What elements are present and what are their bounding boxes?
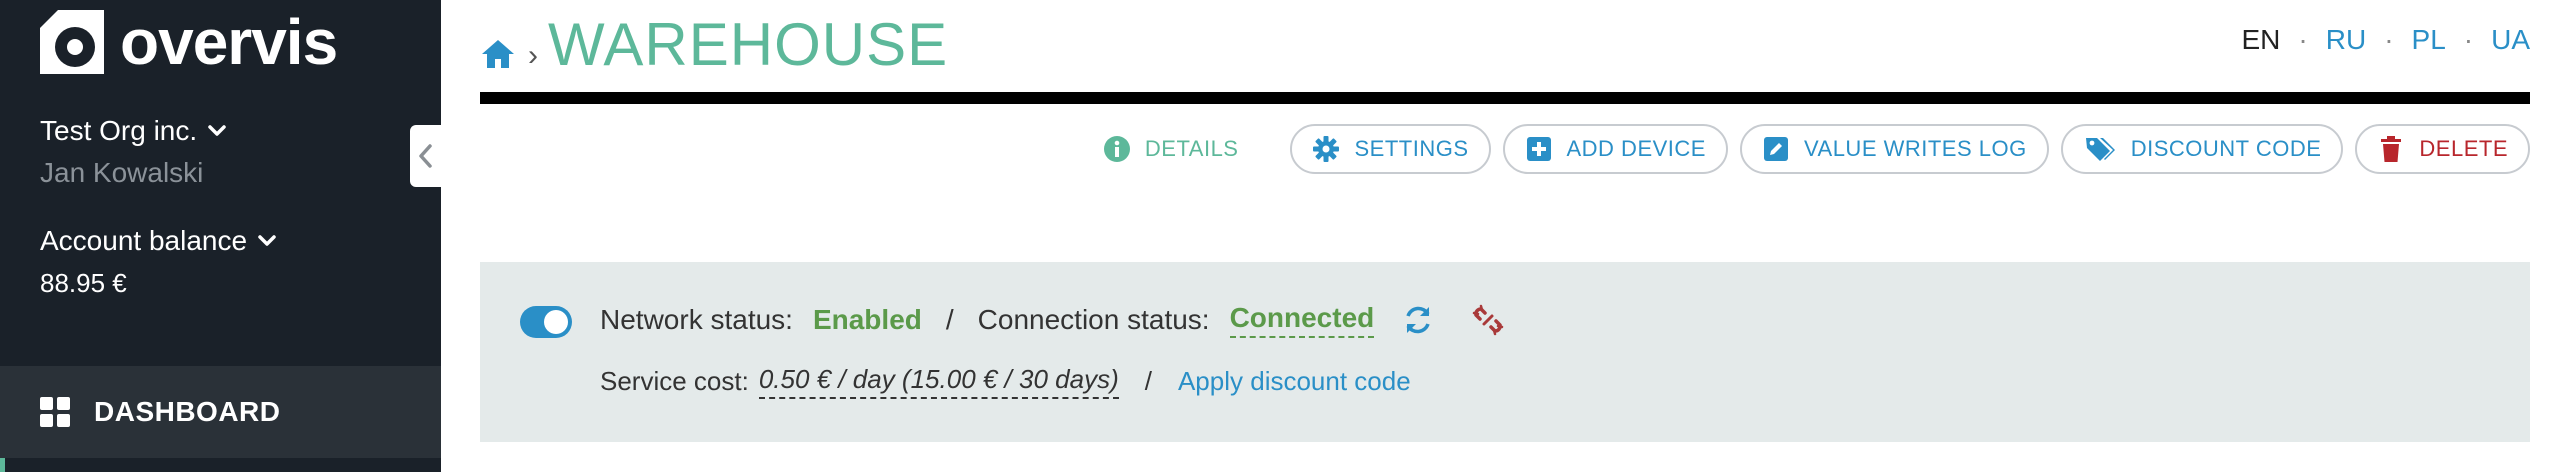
brand-logo[interactable]: overvis [40, 6, 338, 78]
lang-separator: · [2384, 24, 2394, 55]
lang-separator: · [2463, 24, 2474, 55]
lang-pl[interactable]: PL [2412, 24, 2446, 56]
info-icon [1103, 136, 1130, 162]
chevron-down-icon [208, 125, 226, 136]
lang-ru[interactable]: RU [2326, 24, 2366, 56]
cost-separator: / [1144, 366, 1152, 396]
plus-square-icon [1526, 137, 1551, 161]
breadcrumb-separator: › [528, 38, 538, 72]
app: overvis Test Org inc. Jan Kowalski Accou… [0, 0, 2560, 472]
unlink-icon[interactable] [1472, 304, 1504, 336]
network-toggle[interactable] [520, 306, 572, 338]
discount-code-button[interactable]: DISCOUNT CODE [2060, 124, 2344, 174]
title-divider [480, 92, 2530, 104]
details-label: DETAILS [1144, 136, 1239, 161]
lang-en[interactable]: EN [2242, 24, 2281, 56]
service-cost-value[interactable]: 0.50 € / day (15.00 € / 30 days) [758, 364, 1119, 399]
add-device-label: ADD DEVICE [1566, 136, 1706, 161]
delete-button[interactable]: DELETE [2355, 124, 2530, 174]
connection-status-label: Connection status: [977, 304, 1210, 335]
dashboard-grid-icon [40, 397, 70, 427]
network-status-label: Network status: [600, 304, 793, 335]
brand-name: overvis [120, 6, 338, 78]
edit-icon [1763, 137, 1788, 161]
chevron-down-icon [258, 235, 276, 246]
status-separator: / [945, 304, 954, 335]
gear-icon [1313, 136, 1340, 162]
details-button[interactable]: DETAILS [1080, 124, 1261, 174]
network-status-value: Enabled [812, 304, 922, 335]
discount-code-label: DISCOUNT CODE [2130, 136, 2322, 161]
status-row: Network status: Enabled / Connection sta… [600, 302, 1504, 338]
status-panel: Network status: Enabled / Connection sta… [480, 262, 2530, 442]
user-name: Jan Kowalski [40, 157, 204, 188]
home-icon[interactable] [480, 36, 516, 72]
value-writes-log-label: VALUE WRITES LOG [1803, 136, 2027, 161]
account-balance-label: Account balance [40, 225, 248, 256]
tags-icon [2085, 138, 2115, 161]
overvis-logo-icon [40, 10, 104, 74]
apply-discount-link[interactable]: Apply discount code [1178, 366, 1411, 397]
page-title: WAREHOUSE [548, 11, 949, 78]
account-balance-toggle[interactable]: Account balance [40, 225, 277, 257]
delete-label: DELETE [2419, 136, 2508, 161]
toolbar: DETAILS SETTINGS ADD DEVICE VALUE WRITES… [1080, 124, 2530, 174]
value-writes-log-button[interactable]: VALUE WRITES LOG [1739, 124, 2049, 174]
add-device-button[interactable]: ADD DEVICE [1502, 124, 1728, 174]
sidebar-item-label: DASHBOARD [94, 396, 281, 427]
sidebar: overvis Test Org inc. Jan Kowalski Accou… [0, 0, 441, 472]
breadcrumb: › WAREHOUSE [480, 10, 948, 79]
language-switcher: EN · RU · PL · UA [2242, 24, 2531, 56]
org-switcher[interactable]: Test Org inc. [40, 115, 227, 147]
toggle-knob [544, 310, 568, 334]
chevron-left-icon [419, 144, 432, 168]
connection-status-value[interactable]: Connected [1229, 302, 1375, 338]
service-cost-label: Service cost: [600, 366, 749, 396]
sidebar-collapse-button[interactable] [410, 125, 442, 187]
lang-ua[interactable]: UA [2491, 24, 2530, 56]
service-cost-row: Service cost: 0.50 € / day (15.00 € / 30… [600, 364, 1411, 399]
org-name: Test Org inc. [40, 115, 198, 146]
settings-label: SETTINGS [1354, 136, 1469, 161]
trash-icon [2381, 136, 2402, 162]
account-balance-value: 88.95 € [40, 268, 127, 298]
lang-separator: · [2298, 24, 2308, 55]
settings-button[interactable]: SETTINGS [1290, 124, 1491, 174]
sidebar-item-next[interactable] [0, 458, 441, 472]
sidebar-item-dashboard[interactable]: DASHBOARD [0, 366, 441, 458]
refresh-icon[interactable] [1402, 304, 1434, 336]
